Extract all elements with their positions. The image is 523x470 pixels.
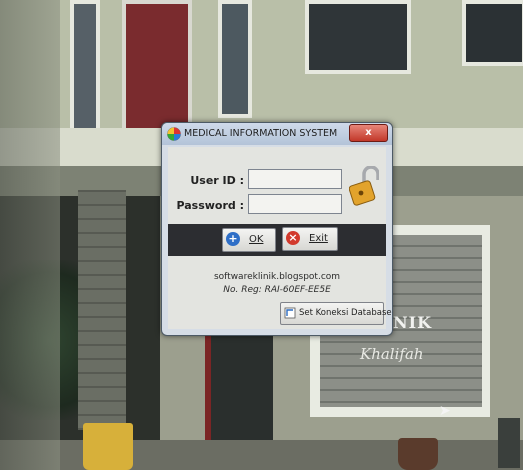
building-window	[70, 0, 100, 138]
medical-logo-icon	[167, 127, 181, 141]
userid-label: User ID :	[190, 174, 244, 187]
dialog-title: MEDICAL INFORMATION SYSTEM	[184, 128, 338, 139]
building-window	[462, 0, 523, 66]
exit-button-label: Exit	[309, 233, 328, 244]
password-field[interactable]	[248, 194, 342, 214]
set-database-connection-label: Set Koneksi Database	[299, 308, 392, 318]
ok-button[interactable]: + OK	[222, 228, 276, 252]
registration-number: No. Reg: RAI-60EF-EE5E	[223, 285, 331, 295]
ground	[0, 440, 523, 470]
button-bar	[168, 224, 386, 256]
website-text: softwareklinik.blogspot.com	[213, 272, 341, 282]
photo-vignette	[0, 0, 60, 470]
password-label: Password :	[176, 199, 244, 212]
clinic-sign-name: Khalifah	[360, 345, 424, 363]
set-database-connection-button[interactable]: Set Koneksi Database	[280, 302, 392, 325]
info-plus-icon: +	[226, 232, 240, 246]
flower-pot	[398, 438, 438, 470]
mouse-pointer-icon: ➤	[439, 403, 451, 419]
clinic-sign-word: NIK	[393, 313, 433, 332]
ok-button-label: OK	[249, 234, 264, 245]
building-window	[305, 0, 411, 74]
trash-bin	[498, 418, 520, 468]
building-window	[218, 0, 252, 118]
login-dialog: MEDICAL INFORMATION SYSTEM x User ID : P…	[161, 122, 393, 336]
userid-field[interactable]	[248, 169, 342, 189]
dialog-titlebar[interactable]: MEDICAL INFORMATION SYSTEM x	[162, 123, 392, 145]
yellow-bucket	[83, 423, 133, 470]
exit-button[interactable]: × Exit	[282, 227, 338, 251]
open-padlock-icon	[349, 166, 379, 206]
cancel-x-icon: ×	[286, 231, 300, 245]
database-connection-icon	[284, 307, 296, 319]
doorway	[205, 330, 273, 450]
close-button[interactable]: x	[349, 124, 388, 142]
column-texture	[78, 190, 126, 430]
